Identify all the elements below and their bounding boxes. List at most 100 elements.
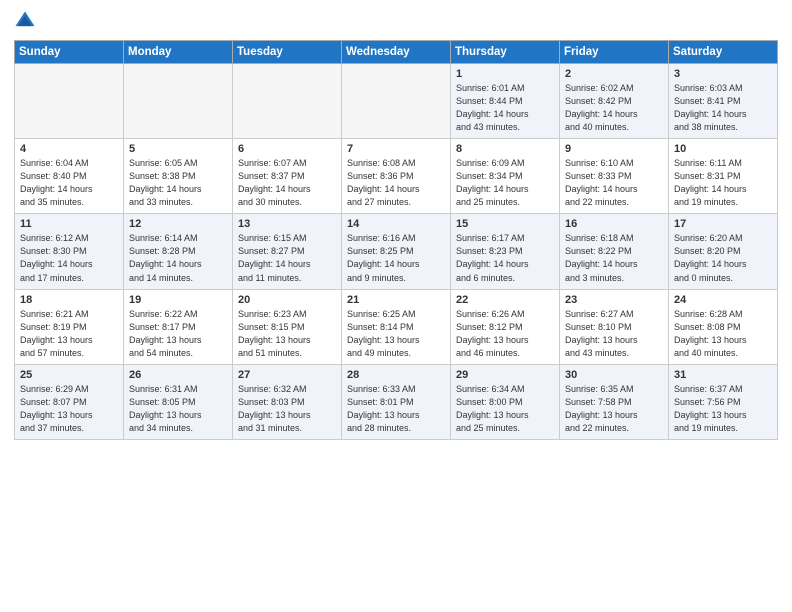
calendar-cell [342, 64, 451, 139]
calendar-cell: 19 Sunrise: 6:22 AM Sunset: 8:17 PM Dayli… [124, 289, 233, 364]
calendar-week-row: 4 Sunrise: 6:04 AM Sunset: 8:40 PM Daylig… [15, 139, 778, 214]
day-info: Sunrise: 6:20 AM Sunset: 8:20 PM Dayligh… [674, 232, 772, 284]
calendar-cell: 6 Sunrise: 6:07 AM Sunset: 8:37 PM Daylig… [233, 139, 342, 214]
calendar-cell: 10 Sunrise: 6:11 AM Sunset: 8:31 PM Dayli… [669, 139, 778, 214]
day-info: Sunrise: 6:29 AM Sunset: 8:07 PM Dayligh… [20, 383, 118, 435]
day-number: 1 [456, 68, 554, 80]
calendar-cell: 16 Sunrise: 6:18 AM Sunset: 8:22 PM Dayli… [560, 214, 669, 289]
calendar-cell: 22Sunrise: 6:26 AM Sunset: 8:12 PM Dayli… [451, 289, 560, 364]
day-info: Sunrise: 6:03 AM Sunset: 8:41 PM Dayligh… [674, 82, 772, 134]
calendar-cell: 23 Sunrise: 6:27 AM Sunset: 8:10 PM Dayli… [560, 289, 669, 364]
day-number: 31 [674, 369, 772, 381]
calendar-cell: 25 Sunrise: 6:29 AM Sunset: 8:07 PM Dayli… [15, 364, 124, 439]
calendar-cell: 11Sunrise: 6:12 AM Sunset: 8:30 PM Dayli… [15, 214, 124, 289]
calendar-table: SundayMondayTuesdayWednesdayThursdayFrid… [14, 40, 778, 440]
day-number: 15 [456, 218, 554, 230]
calendar-cell: 15 Sunrise: 6:17 AM Sunset: 8:23 PM Dayli… [451, 214, 560, 289]
calendar-cell: 27Sunrise: 6:32 AM Sunset: 8:03 PM Dayli… [233, 364, 342, 439]
weekday-header-tuesday: Tuesday [233, 41, 342, 64]
calendar-cell: 26 Sunrise: 6:31 AM Sunset: 8:05 PM Dayli… [124, 364, 233, 439]
day-number: 23 [565, 294, 663, 306]
day-number: 29 [456, 369, 554, 381]
day-info: Sunrise: 6:14 AM Sunset: 8:28 PM Dayligh… [129, 232, 227, 284]
day-number: 9 [565, 143, 663, 155]
calendar-cell: 31 Sunrise: 6:37 AM Sunset: 7:56 PM Dayli… [669, 364, 778, 439]
day-info: Sunrise: 6:11 AM Sunset: 8:31 PM Dayligh… [674, 157, 772, 209]
day-number: 30 [565, 369, 663, 381]
calendar-cell: 14Sunrise: 6:16 AM Sunset: 8:25 PM Dayli… [342, 214, 451, 289]
calendar-cell [233, 64, 342, 139]
weekday-header-thursday: Thursday [451, 41, 560, 64]
weekday-header-monday: Monday [124, 41, 233, 64]
day-number: 12 [129, 218, 227, 230]
page-container: SundayMondayTuesdayWednesdayThursdayFrid… [0, 0, 792, 448]
calendar-week-row: 18 Sunrise: 6:21 AM Sunset: 8:19 PM Dayli… [15, 289, 778, 364]
day-number: 16 [565, 218, 663, 230]
day-info: Sunrise: 6:18 AM Sunset: 8:22 PM Dayligh… [565, 232, 663, 284]
calendar-cell: 24 Sunrise: 6:28 AM Sunset: 8:08 PM Dayli… [669, 289, 778, 364]
calendar-week-row: 11Sunrise: 6:12 AM Sunset: 8:30 PM Dayli… [15, 214, 778, 289]
day-number: 17 [674, 218, 772, 230]
calendar-cell: 3 Sunrise: 6:03 AM Sunset: 8:41 PM Daylig… [669, 64, 778, 139]
calendar-cell [124, 64, 233, 139]
day-info: Sunrise: 6:02 AM Sunset: 8:42 PM Dayligh… [565, 82, 663, 134]
weekday-header-row: SundayMondayTuesdayWednesdayThursdayFrid… [15, 41, 778, 64]
weekday-header-wednesday: Wednesday [342, 41, 451, 64]
day-info: Sunrise: 6:04 AM Sunset: 8:40 PM Dayligh… [20, 157, 118, 209]
calendar-cell: 8 Sunrise: 6:09 AM Sunset: 8:34 PM Daylig… [451, 139, 560, 214]
day-info: Sunrise: 6:31 AM Sunset: 8:05 PM Dayligh… [129, 383, 227, 435]
logo [14, 10, 38, 32]
day-info: Sunrise: 6:25 AM Sunset: 8:14 PM Dayligh… [347, 308, 445, 360]
day-info: Sunrise: 6:05 AM Sunset: 8:38 PM Dayligh… [129, 157, 227, 209]
calendar-cell: 9 Sunrise: 6:10 AM Sunset: 8:33 PM Daylig… [560, 139, 669, 214]
day-number: 4 [20, 143, 118, 155]
day-number: 7 [347, 143, 445, 155]
day-number: 20 [238, 294, 336, 306]
day-number: 19 [129, 294, 227, 306]
day-number: 5 [129, 143, 227, 155]
day-info: Sunrise: 6:37 AM Sunset: 7:56 PM Dayligh… [674, 383, 772, 435]
calendar-cell: 12 Sunrise: 6:14 AM Sunset: 8:28 PM Dayli… [124, 214, 233, 289]
day-number: 14 [347, 218, 445, 230]
day-info: Sunrise: 6:09 AM Sunset: 8:34 PM Dayligh… [456, 157, 554, 209]
day-number: 8 [456, 143, 554, 155]
calendar-week-row: 25 Sunrise: 6:29 AM Sunset: 8:07 PM Dayli… [15, 364, 778, 439]
calendar-cell: 7 Sunrise: 6:08 AM Sunset: 8:36 PM Daylig… [342, 139, 451, 214]
day-number: 24 [674, 294, 772, 306]
day-number: 26 [129, 369, 227, 381]
calendar-cell: 20 Sunrise: 6:23 AM Sunset: 8:15 PM Dayli… [233, 289, 342, 364]
day-info: Sunrise: 6:10 AM Sunset: 8:33 PM Dayligh… [565, 157, 663, 209]
day-info: Sunrise: 6:12 AM Sunset: 8:30 PM Dayligh… [20, 232, 118, 284]
day-info: Sunrise: 6:22 AM Sunset: 8:17 PM Dayligh… [129, 308, 227, 360]
calendar-cell: 1Sunrise: 6:01 AM Sunset: 8:44 PM Daylig… [451, 64, 560, 139]
day-info: Sunrise: 6:15 AM Sunset: 8:27 PM Dayligh… [238, 232, 336, 284]
logo-icon [14, 10, 36, 32]
calendar-cell [15, 64, 124, 139]
calendar-cell: 21 Sunrise: 6:25 AM Sunset: 8:14 PM Dayli… [342, 289, 451, 364]
day-number: 10 [674, 143, 772, 155]
day-info: Sunrise: 6:23 AM Sunset: 8:15 PM Dayligh… [238, 308, 336, 360]
calendar-cell: 4 Sunrise: 6:04 AM Sunset: 8:40 PM Daylig… [15, 139, 124, 214]
calendar-cell: 2Sunrise: 6:02 AM Sunset: 8:42 PM Daylig… [560, 64, 669, 139]
day-info: Sunrise: 6:08 AM Sunset: 8:36 PM Dayligh… [347, 157, 445, 209]
calendar-cell: 5 Sunrise: 6:05 AM Sunset: 8:38 PM Daylig… [124, 139, 233, 214]
day-info: Sunrise: 6:34 AM Sunset: 8:00 PM Dayligh… [456, 383, 554, 435]
day-number: 25 [20, 369, 118, 381]
day-info: Sunrise: 6:27 AM Sunset: 8:10 PM Dayligh… [565, 308, 663, 360]
calendar-cell: 13Sunrise: 6:15 AM Sunset: 8:27 PM Dayli… [233, 214, 342, 289]
day-info: Sunrise: 6:32 AM Sunset: 8:03 PM Dayligh… [238, 383, 336, 435]
weekday-header-friday: Friday [560, 41, 669, 64]
day-number: 6 [238, 143, 336, 155]
day-info: Sunrise: 6:28 AM Sunset: 8:08 PM Dayligh… [674, 308, 772, 360]
day-info: Sunrise: 6:35 AM Sunset: 7:58 PM Dayligh… [565, 383, 663, 435]
day-number: 28 [347, 369, 445, 381]
day-info: Sunrise: 6:17 AM Sunset: 8:23 PM Dayligh… [456, 232, 554, 284]
day-number: 21 [347, 294, 445, 306]
day-number: 18 [20, 294, 118, 306]
day-number: 22 [456, 294, 554, 306]
calendar-cell: 17 Sunrise: 6:20 AM Sunset: 8:20 PM Dayli… [669, 214, 778, 289]
day-info: Sunrise: 6:21 AM Sunset: 8:19 PM Dayligh… [20, 308, 118, 360]
day-number: 3 [674, 68, 772, 80]
calendar-week-row: 1Sunrise: 6:01 AM Sunset: 8:44 PM Daylig… [15, 64, 778, 139]
day-info: Sunrise: 6:07 AM Sunset: 8:37 PM Dayligh… [238, 157, 336, 209]
